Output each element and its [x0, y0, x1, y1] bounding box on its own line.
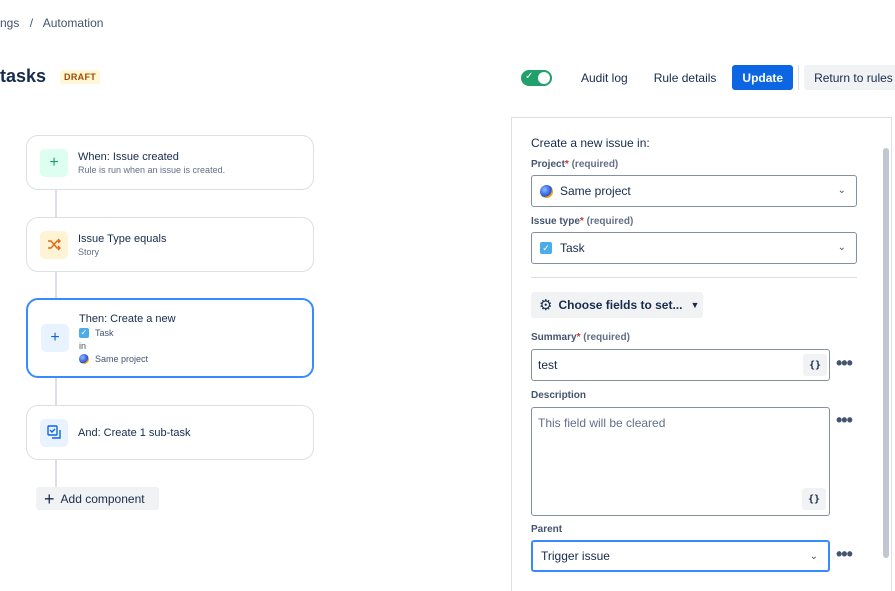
parent-select-value: Trigger issue [541, 549, 610, 563]
issue-type-value: Task [95, 327, 114, 338]
choose-fields-button[interactable]: ⚙ Choose fields to set... ▼ [531, 292, 703, 318]
chevron-down-icon: ⌄ [837, 242, 846, 253]
gear-icon: ⚙ [539, 297, 553, 314]
add-component-label: Add component [60, 491, 145, 506]
section-divider [531, 277, 857, 278]
step-subtitle: Rule is run when an issue is created. [78, 164, 226, 175]
trigger-step[interactable]: + When: Issue created Rule is run when a… [26, 135, 314, 190]
description-label: Description [531, 390, 587, 401]
step-title: Then: Create a new [79, 312, 176, 325]
parent-label: Parent [531, 524, 563, 535]
panel-scrollbar[interactable] [883, 148, 889, 558]
step-subtitle: Story [78, 246, 100, 257]
subtask-step[interactable]: And: Create 1 sub-task [26, 405, 314, 460]
issue-type-select[interactable]: ✓ Task ⌄ [531, 232, 857, 264]
plus-icon: + [40, 148, 68, 177]
plus-icon: + [41, 324, 69, 352]
chevron-down-icon: ⌄ [837, 185, 846, 196]
page-title: tasks [0, 66, 47, 86]
update-button[interactable]: Update [732, 65, 794, 90]
flow-connector [55, 272, 57, 300]
flow-connector [55, 190, 57, 218]
project-select-value: Same project [560, 184, 631, 198]
project-value: Same project [95, 353, 149, 364]
more-options-icon[interactable]: ••• [836, 354, 853, 372]
summary-input[interactable]: test [531, 349, 830, 381]
title-row: tasks DRAFT [0, 66, 101, 87]
flow-connector [55, 459, 57, 487]
shuffle-icon [40, 230, 68, 259]
task-icon: ✓ [540, 242, 552, 254]
flow-connector [55, 378, 57, 405]
summary-label: Summary* (required) [531, 332, 630, 343]
task-icon: ✓ [79, 327, 89, 338]
smart-value-button[interactable]: {} [803, 354, 827, 376]
more-options-icon[interactable]: ••• [836, 545, 853, 563]
action-config-panel: Create a new issue in: Project* (require… [511, 117, 892, 591]
description-textarea[interactable]: This field will be cleared [531, 407, 830, 516]
toolbar: Audit log Rule details Update Return to … [521, 65, 895, 90]
toolbar-divider [798, 65, 800, 90]
subtask-icon [40, 418, 68, 447]
step-title: When: Issue created [78, 150, 179, 163]
rule-details-button[interactable]: Rule details [646, 65, 725, 90]
more-options-icon[interactable]: ••• [836, 411, 853, 429]
choose-fields-label: Choose fields to set... [558, 298, 683, 312]
step-title: Issue Type equals [78, 232, 167, 245]
breadcrumb-separator: / [29, 16, 34, 30]
issue-type-select-value: Task [560, 241, 585, 255]
condition-step[interactable]: Issue Type equals Story [26, 217, 314, 272]
breadcrumb-item-automation[interactable]: Automation [43, 16, 104, 30]
add-component-button[interactable]: + Add component [36, 487, 159, 510]
project-icon [79, 353, 89, 364]
step-title: And: Create 1 sub-task [78, 426, 191, 439]
project-icon [540, 184, 553, 198]
parent-select[interactable]: Trigger issue ⌄ [531, 540, 830, 572]
breadcrumb-item-settings[interactable]: ngs [0, 16, 19, 30]
status-badge: DRAFT [60, 69, 101, 84]
in-label: in [79, 340, 87, 351]
audit-log-button[interactable]: Audit log [573, 65, 636, 90]
project-select[interactable]: Same project ⌄ [531, 175, 857, 207]
project-label: Project* (required) [531, 159, 619, 170]
plus-icon: + [44, 488, 55, 509]
return-to-rules-button[interactable]: Return to rules [804, 65, 895, 90]
chevron-down-icon: ▼ [690, 300, 700, 310]
action-step[interactable]: + Then: Create a new ✓ Task in Same proje… [26, 298, 314, 378]
panel-intro: Create a new issue in: [531, 136, 650, 150]
breadcrumb: ngs / Automation [0, 16, 110, 30]
issue-type-label: Issue type* (required) [531, 216, 634, 227]
smart-value-button[interactable]: {} [802, 488, 826, 510]
rule-enabled-toggle[interactable] [521, 69, 552, 86]
chevron-down-icon: ⌄ [809, 551, 818, 562]
